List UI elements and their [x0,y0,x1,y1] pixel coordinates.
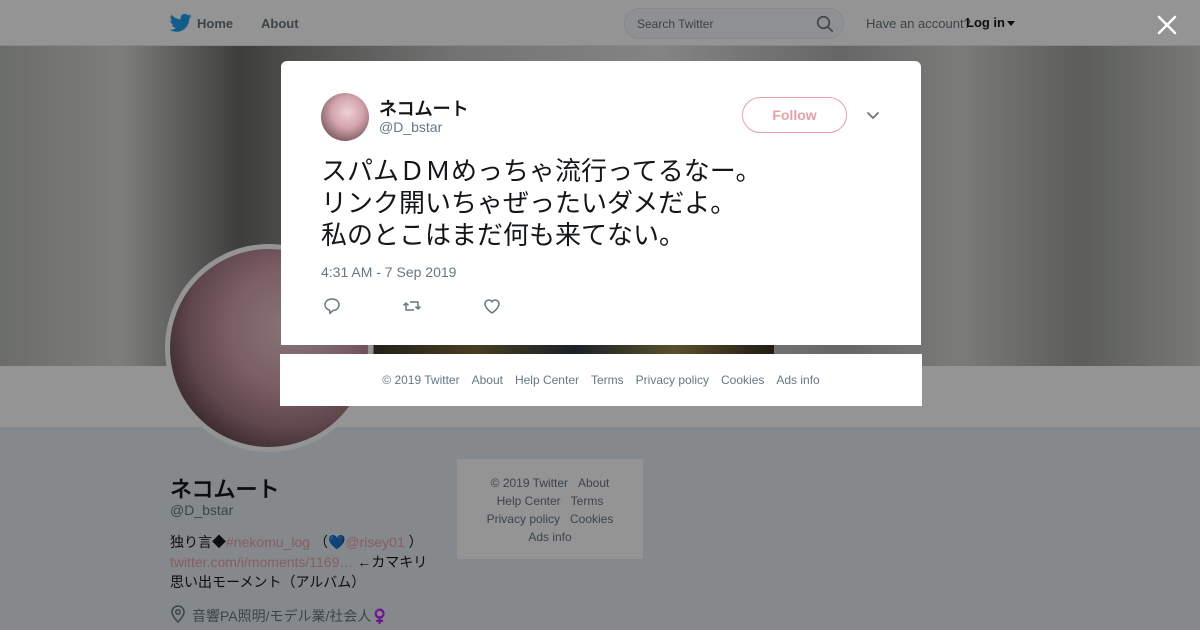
footer-cookies-link[interactable]: Cookies [721,373,764,387]
reply-icon[interactable] [321,295,343,317]
retweet-icon[interactable] [401,295,423,317]
footer-about-link[interactable]: About [472,373,503,387]
tweet-author-name[interactable]: ネコムート [379,95,469,121]
tweet-author-avatar[interactable] [321,93,369,141]
tweet-timestamp[interactable]: 4:31 AM - 7 Sep 2019 [321,264,456,280]
footer-copyright: © 2019 Twitter [382,373,460,387]
footer-privacy-link[interactable]: Privacy policy [636,373,709,387]
footer-help-link[interactable]: Help Center [515,373,579,387]
like-heart-icon[interactable] [481,295,503,317]
follow-button[interactable]: Follow [742,97,847,133]
close-icon[interactable] [1152,10,1182,40]
tweet-text: スパムＤＭめっちゃ流行ってるなー。 リンク開いちゃぜったいダメだよ。 私のとこは… [321,156,762,250]
tweet-author-handle[interactable]: @D_bstar [379,119,442,135]
footer-ads-link[interactable]: Ads info [776,373,819,387]
tweet-modal: ネコムート @D_bstar Follow スパムＤＭめっちゃ流行ってるなー。 … [281,61,921,345]
modal-footer: © 2019 Twitter About Help Center Terms P… [280,354,922,406]
footer-terms-link[interactable]: Terms [591,373,624,387]
chevron-down-icon[interactable] [863,105,883,125]
